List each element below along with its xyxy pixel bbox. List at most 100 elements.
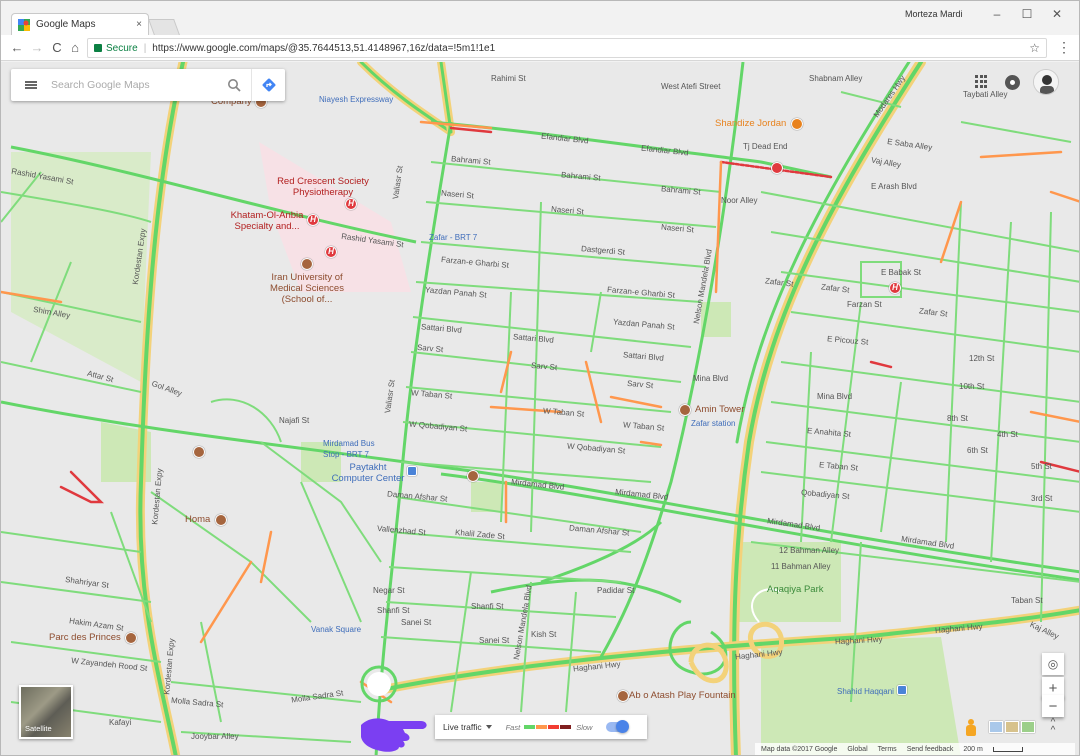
place-pin[interactable] bbox=[679, 404, 691, 416]
hospital-pin[interactable]: H bbox=[325, 246, 337, 258]
new-tab-button[interactable] bbox=[148, 19, 180, 35]
place-label[interactable]: Shahid Haqqani bbox=[837, 686, 894, 697]
street-label: Mina Blvd bbox=[817, 392, 853, 401]
traffic-swatch bbox=[536, 725, 548, 729]
satellite-toggle[interactable]: Satellite bbox=[19, 685, 73, 739]
map-data-attribution: Map data ©2017 Google bbox=[761, 745, 838, 753]
search-box[interactable] bbox=[11, 69, 285, 101]
place-label[interactable]: Aqaqiya Park bbox=[767, 584, 824, 595]
place-label[interactable]: Shandize Jordan bbox=[715, 118, 786, 129]
place-label[interactable]: Mirdamad Bus Stop - BRT 7 bbox=[323, 438, 383, 460]
transit-pin[interactable] bbox=[407, 466, 417, 476]
place-pin[interactable] bbox=[301, 258, 313, 270]
metro-pin[interactable] bbox=[897, 685, 907, 695]
map-footer: Map data ©2017 Google Global Terms Send … bbox=[755, 743, 1075, 755]
my-location-button[interactable]: ◎ bbox=[1042, 653, 1064, 675]
street-label: 5th St bbox=[1031, 462, 1052, 471]
place-label[interactable]: Niayesh Expressway bbox=[319, 94, 393, 105]
url-field[interactable]: Secure | https://www.google.com/maps/@35… bbox=[87, 38, 1047, 58]
street-label: Taybati Alley bbox=[963, 90, 1008, 99]
terms-link[interactable]: Terms bbox=[878, 746, 897, 753]
place-pin[interactable] bbox=[467, 470, 479, 482]
place-pin[interactable] bbox=[771, 162, 783, 174]
notifications-icon[interactable] bbox=[1005, 75, 1020, 90]
place-pin[interactable] bbox=[215, 514, 227, 526]
chevron-down-icon bbox=[485, 725, 492, 729]
browser-menu-icon[interactable]: ⋮ bbox=[1057, 39, 1071, 57]
hospital-pin[interactable]: H bbox=[345, 198, 357, 210]
street-label: 3rd St bbox=[1031, 494, 1053, 503]
google-maps-icon bbox=[18, 18, 30, 31]
live-traffic-dropdown[interactable]: Live traffic bbox=[443, 722, 492, 732]
place-label[interactable]: Amin Tower bbox=[695, 404, 744, 415]
street-label: E Arash Blvd bbox=[871, 182, 917, 191]
browser-user-name[interactable]: Morteza Mardi bbox=[905, 9, 963, 19]
tab-title: Google Maps bbox=[36, 19, 96, 30]
back-button[interactable]: ← bbox=[9, 39, 25, 57]
street-label: Farzan St bbox=[847, 300, 882, 309]
place-label[interactable]: Zafar station bbox=[691, 418, 735, 429]
street-label: 8th St bbox=[947, 414, 968, 423]
tab-close-icon[interactable]: × bbox=[136, 19, 142, 30]
scale-label[interactable]: 200 m bbox=[963, 746, 982, 753]
place-label[interactable]: Homa bbox=[185, 514, 210, 525]
minimize-button[interactable]: – bbox=[985, 5, 1009, 23]
map-layers-thumbnails[interactable] bbox=[989, 721, 1035, 733]
home-button[interactable]: ⌂ bbox=[67, 39, 83, 57]
street-label: Shanfi St bbox=[377, 606, 410, 615]
place-pin[interactable] bbox=[193, 446, 205, 458]
zoom-out-button[interactable]: − bbox=[1042, 695, 1064, 717]
street-label: 6th St bbox=[967, 446, 988, 455]
directions-icon[interactable] bbox=[251, 69, 285, 101]
reload-button[interactable]: C bbox=[49, 39, 65, 57]
street-label: West Atefi Street bbox=[661, 82, 721, 91]
url-text: https://www.google.com/maps/@35.7644513,… bbox=[152, 42, 496, 54]
street-label: Padidar St bbox=[597, 586, 635, 595]
menu-icon[interactable] bbox=[11, 69, 51, 101]
place-pin[interactable] bbox=[617, 690, 629, 702]
traffic-swatch bbox=[548, 725, 560, 729]
street-label: Shanfi St bbox=[471, 602, 504, 611]
hospital-pin[interactable]: H bbox=[889, 282, 901, 294]
tab-google-maps[interactable]: Google Maps × bbox=[11, 13, 149, 35]
place-label[interactable]: Red Crescent Society Physiotherapy bbox=[263, 176, 383, 198]
street-label: Negar St bbox=[373, 586, 405, 595]
send-feedback-link[interactable]: Send feedback bbox=[907, 746, 954, 753]
close-window-button[interactable]: ✕ bbox=[1045, 5, 1069, 23]
street-label: Mina Blvd bbox=[693, 374, 729, 383]
browser-window: Google Maps × Morteza Mardi – ☐ ✕ ← → C … bbox=[0, 0, 1080, 756]
search-input[interactable] bbox=[51, 79, 217, 91]
street-label: 10th St bbox=[959, 382, 985, 391]
place-label[interactable]: Zafar - BRT 7 bbox=[429, 232, 477, 243]
secure-indicator[interactable]: Secure bbox=[94, 43, 138, 54]
bookmark-star-icon[interactable]: ☆ bbox=[1029, 41, 1040, 55]
place-pin[interactable] bbox=[125, 632, 137, 644]
place-label[interactable]: Paytakht Computer Center bbox=[329, 462, 407, 484]
account-avatar[interactable] bbox=[1033, 69, 1059, 95]
global-link[interactable]: Global bbox=[847, 746, 867, 753]
maximize-button[interactable]: ☐ bbox=[1015, 5, 1039, 23]
street-label: Shabnam Alley bbox=[809, 74, 863, 83]
place-label[interactable]: Ab o Atash Play Fountain bbox=[629, 690, 736, 701]
map-canvas[interactable]: Rahimi St West Atefi Street Shabnam Alle… bbox=[1, 62, 1079, 755]
hospital-pin[interactable]: H bbox=[307, 214, 319, 226]
pegman-icon[interactable] bbox=[965, 719, 977, 737]
place-label[interactable]: Parc des Princes bbox=[49, 632, 121, 643]
expand-icon[interactable]: ^ ^ bbox=[1047, 718, 1059, 736]
street-label: Sanei St bbox=[479, 636, 510, 645]
apps-grid-icon[interactable] bbox=[975, 75, 989, 89]
traffic-swatch bbox=[524, 725, 536, 729]
place-label[interactable]: Iran University of Medical Sciences (Sch… bbox=[269, 272, 345, 305]
locate-icon: ◎ bbox=[1047, 657, 1059, 671]
satellite-label: Satellite bbox=[25, 724, 52, 733]
place-pin[interactable] bbox=[791, 118, 803, 130]
title-bar: Google Maps × Morteza Mardi – ☐ ✕ bbox=[1, 1, 1079, 35]
place-label[interactable]: Khatam-Ol-Anbia Specialty and... bbox=[225, 210, 309, 232]
forward-button[interactable]: → bbox=[29, 39, 45, 57]
street-label: Rahimi St bbox=[491, 74, 526, 83]
search-icon[interactable] bbox=[217, 69, 251, 101]
traffic-toggle[interactable] bbox=[606, 720, 630, 733]
street-label: Sanei St bbox=[401, 618, 432, 627]
place-label[interactable]: Vanak Square bbox=[311, 624, 361, 635]
map-roads bbox=[1, 62, 1079, 755]
